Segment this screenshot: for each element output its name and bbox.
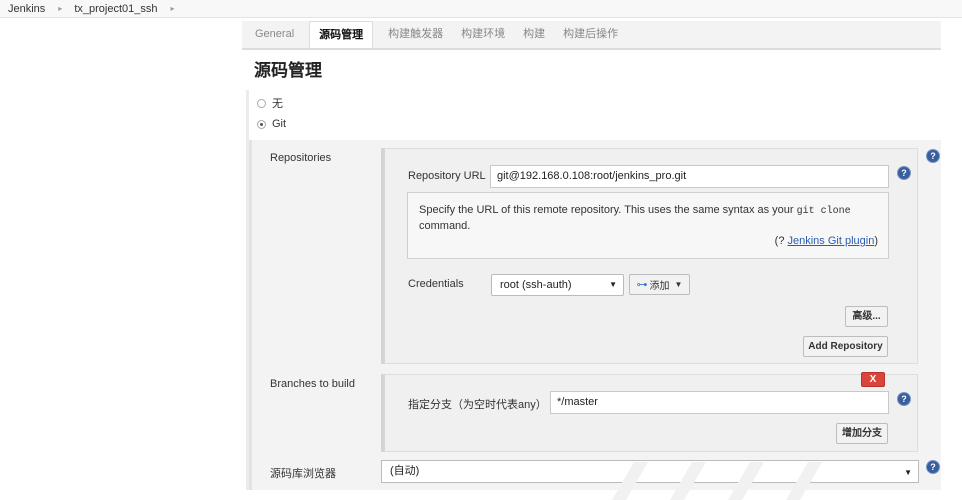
- chevron-right-icon[interactable]: ▸: [58, 4, 62, 13]
- branch-specifier-input[interactable]: */master: [550, 391, 889, 414]
- scm-option-git[interactable]: Git: [257, 118, 286, 130]
- credentials-label: Credentials: [408, 278, 464, 290]
- help-code: git clone: [796, 206, 851, 217]
- jenkins-git-plugin-link[interactable]: Jenkins Git plugin: [788, 235, 875, 247]
- repository-url-input[interactable]: git@192.168.0.108:root/jenkins_pro.git: [490, 165, 889, 188]
- add-credentials-label: 添加: [649, 281, 670, 292]
- tab-build-triggers[interactable]: 构建触发器: [379, 21, 452, 48]
- radio-git[interactable]: [257, 119, 266, 129]
- help-foot-suffix: ): [874, 235, 878, 247]
- scm-option-none-label: 无: [272, 98, 283, 110]
- tab-post-build[interactable]: 构建后操作: [554, 21, 627, 48]
- breadcrumb-project[interactable]: tx_project01_ssh: [74, 3, 157, 15]
- repository-url-label: Repository URL: [408, 170, 486, 182]
- help-footer: (? Jenkins Git plugin): [775, 234, 878, 248]
- help-icon[interactable]: ?: [927, 150, 939, 162]
- help-text: Specify the URL of this remote repositor…: [419, 204, 794, 216]
- repositories-label: Repositories: [270, 152, 332, 164]
- credentials-value: root (ssh-auth): [500, 279, 572, 291]
- chevron-down-icon: ▼: [609, 280, 617, 289]
- scm-option-none[interactable]: 无: [257, 95, 283, 111]
- branches-label: Branches to build: [270, 378, 355, 390]
- scm-option-git-label: Git: [272, 118, 287, 130]
- key-icon: ⊶: [636, 279, 648, 291]
- config-tabs: General 源码管理 构建触发器 构建环境 构建 构建后操作: [242, 21, 941, 50]
- radio-none[interactable]: [257, 98, 266, 108]
- help-icon[interactable]: ?: [898, 167, 910, 179]
- help-icon[interactable]: ?: [927, 461, 939, 473]
- repository-url-help: Specify the URL of this remote repositor…: [407, 192, 889, 259]
- add-branch-button[interactable]: 增加分支: [836, 423, 888, 444]
- tab-build[interactable]: 构建: [514, 21, 554, 48]
- breadcrumb: Jenkins ▸ tx_project01_ssh ▸: [0, 0, 962, 18]
- credentials-select[interactable]: root (ssh-auth) ▼: [491, 274, 624, 296]
- tab-general[interactable]: General: [246, 21, 303, 48]
- add-repository-button[interactable]: Add Repository: [803, 336, 888, 357]
- advanced-button[interactable]: 高级...: [845, 306, 888, 327]
- help-text-end: command.: [419, 220, 471, 232]
- breadcrumb-jenkins[interactable]: Jenkins: [8, 3, 45, 15]
- add-credentials-button[interactable]: ⊶ 添加 ▼: [629, 274, 690, 295]
- chevron-right-icon[interactable]: ▸: [170, 4, 174, 13]
- chevron-down-icon: ▼: [674, 280, 683, 289]
- tab-build-environment[interactable]: 构建环境: [452, 21, 514, 48]
- repository-browser-select[interactable]: (自动) ▼: [381, 460, 919, 483]
- help-icon[interactable]: ?: [898, 393, 910, 405]
- tab-scm[interactable]: 源码管理: [309, 21, 374, 48]
- chevron-down-icon: ▼: [904, 468, 912, 477]
- branch-specifier-label: 指定分支（为空时代表any）: [408, 399, 547, 411]
- repository-browser-label: 源码库浏览器: [270, 468, 336, 480]
- section-title: 源码管理: [254, 61, 322, 80]
- delete-branch-button[interactable]: X: [861, 372, 885, 387]
- repository-browser-value: (自动): [390, 465, 420, 477]
- help-foot-prefix: (?: [774, 235, 788, 247]
